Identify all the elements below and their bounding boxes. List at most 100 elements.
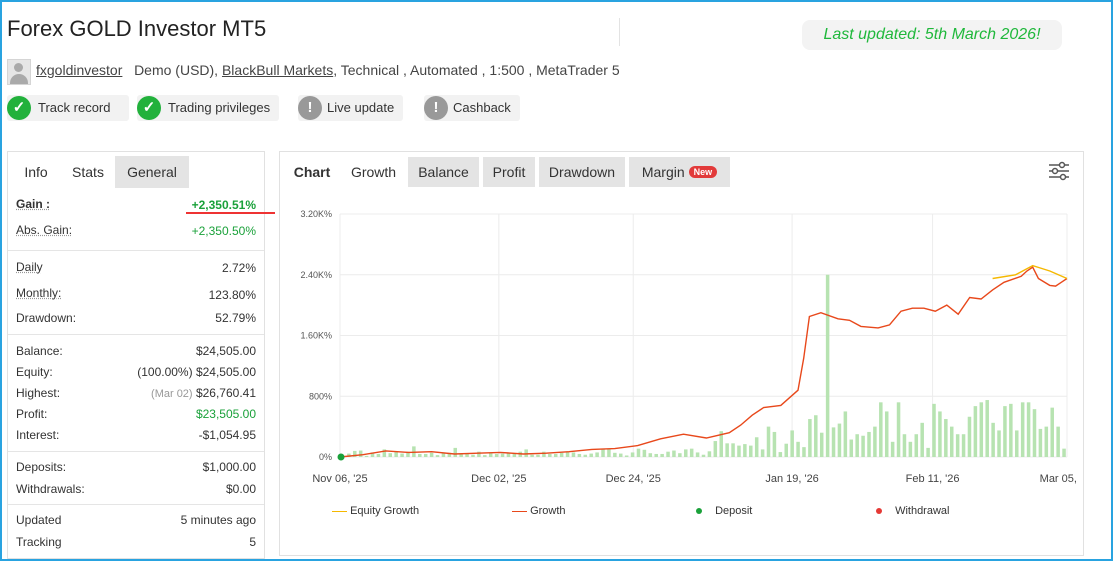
tab-info[interactable]: Info bbox=[12, 156, 60, 188]
divider bbox=[8, 504, 264, 505]
growth-bar bbox=[1020, 402, 1025, 457]
growth-bar bbox=[376, 453, 381, 457]
x-tick-label: Nov 06, '25 bbox=[312, 473, 367, 485]
growth-bar bbox=[648, 453, 653, 457]
growth-bar bbox=[388, 453, 392, 457]
abs-gain-label[interactable]: Abs. Gain: bbox=[16, 223, 72, 237]
legend-line-icon bbox=[512, 510, 527, 512]
growth-bar bbox=[938, 411, 942, 457]
tab-general[interactable]: General bbox=[115, 156, 189, 188]
tab-chart[interactable]: Chart bbox=[284, 157, 340, 187]
stats-tabs: Info Stats General bbox=[8, 156, 264, 188]
growth-bar bbox=[932, 403, 936, 457]
tab-margin[interactable]: Margin New bbox=[629, 157, 730, 187]
tab-growth[interactable]: Growth bbox=[341, 157, 406, 187]
growth-bar bbox=[642, 449, 647, 457]
interest-label: Interest: bbox=[16, 428, 60, 442]
growth-bar bbox=[559, 452, 564, 457]
growth-line bbox=[339, 266, 1068, 458]
tracking-value: 5 bbox=[249, 535, 256, 549]
updated-label: Updated bbox=[16, 513, 62, 527]
gain-label[interactable]: Gain : bbox=[16, 197, 50, 211]
tracking-label: Tracking bbox=[16, 535, 62, 549]
growth-bar bbox=[1056, 426, 1060, 457]
new-badge: New bbox=[688, 166, 718, 178]
legend-label: Equity Growth bbox=[350, 505, 420, 517]
growth-bar bbox=[583, 454, 588, 457]
legend-deposit[interactable]: Deposit bbox=[696, 505, 752, 517]
growth-bar bbox=[630, 452, 635, 457]
tab-stats[interactable]: Stats bbox=[61, 156, 115, 188]
highest-value: (Mar 02) $26,760.41 bbox=[151, 386, 256, 400]
username-link[interactable]: fxgoldinvestor bbox=[36, 62, 122, 78]
growth-bar bbox=[500, 453, 505, 457]
growth-bar bbox=[973, 406, 978, 457]
growth-bar bbox=[879, 402, 883, 457]
growth-bar bbox=[548, 453, 552, 457]
growth-bar bbox=[831, 427, 836, 457]
growth-bar bbox=[944, 419, 948, 457]
broker-link[interactable]: BlackBull Markets bbox=[222, 62, 333, 78]
legend-withdrawal[interactable]: Withdrawal bbox=[876, 505, 949, 517]
legend-equity-growth[interactable]: Equity Growth bbox=[332, 505, 419, 517]
balance-label: Balance: bbox=[16, 344, 63, 358]
growth-bar bbox=[530, 454, 534, 457]
tab-balance[interactable]: Balance bbox=[408, 157, 479, 187]
badge-label: Trading privileges bbox=[168, 100, 271, 115]
growth-bar bbox=[861, 435, 865, 457]
divider bbox=[8, 250, 264, 251]
growth-bar bbox=[400, 453, 404, 457]
badge-label: Track record bbox=[38, 100, 111, 115]
legend-label: Growth bbox=[530, 505, 566, 517]
growth-bar bbox=[423, 453, 428, 457]
profit-label: Profit: bbox=[16, 407, 48, 421]
check-icon: ✓ bbox=[7, 96, 31, 120]
growth-bar bbox=[772, 431, 777, 457]
growth-bar bbox=[825, 274, 830, 457]
growth-bar bbox=[737, 445, 741, 457]
deposit-point bbox=[337, 453, 345, 461]
growth-bar bbox=[997, 430, 1001, 457]
growth-chart[interactable]: 0% 800% 1.60K% 2.40K% 3.20K% Nov 06, '25 Dec 0… bbox=[280, 200, 1080, 500]
monthly-label[interactable]: Monthly: bbox=[16, 286, 61, 300]
growth-bar bbox=[684, 449, 688, 457]
growth-bar bbox=[890, 441, 895, 457]
growth-bar bbox=[955, 434, 960, 457]
badge-trading-privileges[interactable]: ✓ Trading privileges bbox=[137, 95, 279, 121]
avatar[interactable] bbox=[7, 59, 31, 85]
settings-sliders-icon[interactable] bbox=[1048, 161, 1070, 181]
badge-label: Live update bbox=[327, 100, 395, 115]
growth-bar bbox=[512, 453, 517, 457]
growth-bar bbox=[802, 447, 806, 457]
growth-bar bbox=[849, 439, 854, 457]
growth-bar bbox=[920, 422, 924, 457]
growth-bar bbox=[902, 434, 907, 457]
gain-underline bbox=[186, 212, 275, 214]
highest-label: Highest: bbox=[16, 386, 61, 400]
equity-label: Equity: bbox=[16, 365, 53, 379]
growth-bar bbox=[784, 443, 789, 457]
growth-bar bbox=[926, 447, 930, 457]
growth-bar bbox=[766, 426, 771, 457]
badge-track-record[interactable]: ✓ Track record bbox=[7, 95, 129, 121]
badge-cashback[interactable]: ! Cashback bbox=[424, 95, 520, 121]
growth-bar bbox=[808, 419, 812, 457]
growth-bar bbox=[471, 454, 475, 457]
badge-live-update[interactable]: ! Live update bbox=[298, 95, 403, 121]
growth-bar bbox=[914, 434, 919, 457]
tab-profit[interactable]: Profit bbox=[483, 157, 535, 187]
highest-amount: $26,760.41 bbox=[195, 386, 256, 400]
growth-bar bbox=[749, 445, 753, 457]
withdrawals-label: Withdrawals: bbox=[16, 482, 85, 496]
header-divider bbox=[619, 18, 620, 46]
equity-amount: $24,505.00 bbox=[195, 365, 256, 379]
withdrawals-value: $0.00 bbox=[225, 482, 256, 496]
daily-label[interactable]: Daily bbox=[16, 260, 43, 274]
growth-bar bbox=[672, 450, 676, 457]
growth-bar bbox=[618, 453, 623, 457]
growth-bar bbox=[731, 443, 735, 457]
legend-growth[interactable]: Growth bbox=[512, 505, 566, 517]
badge-label: Cashback bbox=[453, 100, 511, 115]
check-icon: ✓ bbox=[137, 96, 161, 120]
tab-drawdown[interactable]: Drawdown bbox=[539, 157, 625, 187]
